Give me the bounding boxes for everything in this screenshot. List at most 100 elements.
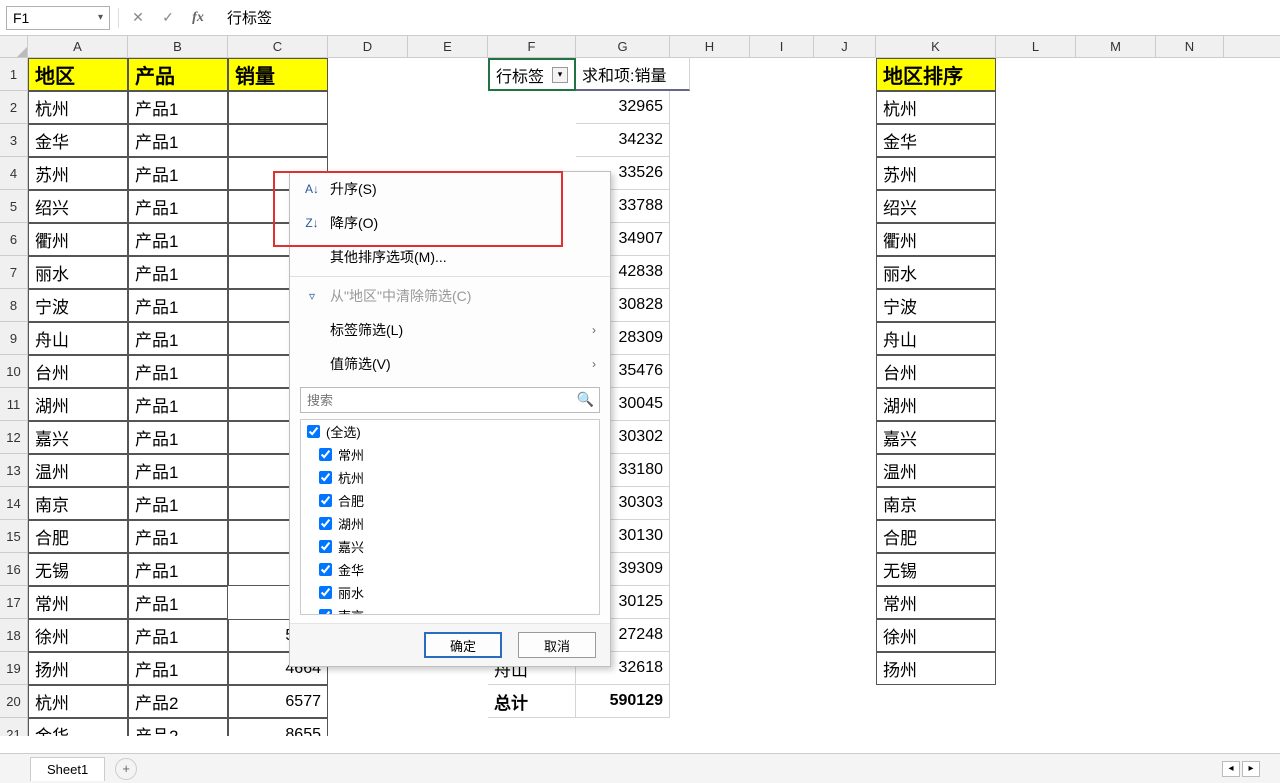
row-header-5[interactable]: 5 bbox=[0, 190, 28, 223]
cell-K19[interactable]: 扬州 bbox=[876, 652, 996, 685]
col-header-D[interactable]: D bbox=[328, 36, 408, 57]
filter-search-input[interactable] bbox=[300, 387, 600, 413]
cell-B7[interactable]: 产品1 bbox=[128, 256, 228, 289]
cell-K18[interactable]: 徐州 bbox=[876, 619, 996, 652]
cell-K15[interactable]: 合肥 bbox=[876, 520, 996, 553]
cell-A21[interactable]: 金华 bbox=[28, 718, 128, 736]
filter-check-item[interactable]: 金华 bbox=[301, 558, 599, 581]
row-header-21[interactable]: 21 bbox=[0, 718, 28, 736]
row-header-3[interactable]: 3 bbox=[0, 124, 28, 157]
col-header-J[interactable]: J bbox=[814, 36, 876, 57]
cell-K8[interactable]: 宁波 bbox=[876, 289, 996, 322]
filter-dropdown-button[interactable]: ▾ bbox=[552, 67, 568, 83]
cell-A1[interactable]: 地区 bbox=[28, 58, 128, 91]
cell-K6[interactable]: 衢州 bbox=[876, 223, 996, 256]
filter-checkbox[interactable] bbox=[319, 471, 332, 484]
cell-A5[interactable]: 绍兴 bbox=[28, 190, 128, 223]
col-header-I[interactable]: I bbox=[750, 36, 814, 57]
cell-B1[interactable]: 产品 bbox=[128, 58, 228, 91]
accept-formula-icon[interactable]: ✓ bbox=[157, 7, 179, 29]
row-header-19[interactable]: 19 bbox=[0, 652, 28, 685]
filter-check-item[interactable]: 南京 bbox=[301, 604, 599, 615]
cell-A12[interactable]: 嘉兴 bbox=[28, 421, 128, 454]
filter-checkbox[interactable] bbox=[319, 586, 332, 599]
cell-C2[interactable] bbox=[228, 91, 328, 124]
cell-F1[interactable]: 行标签▾ bbox=[488, 58, 576, 91]
filter-check-item[interactable]: 常州 bbox=[301, 443, 599, 466]
cell-B8[interactable]: 产品1 bbox=[128, 289, 228, 322]
row-header-11[interactable]: 11 bbox=[0, 388, 28, 421]
row-header-6[interactable]: 6 bbox=[0, 223, 28, 256]
cell-A6[interactable]: 衢州 bbox=[28, 223, 128, 256]
row-header-14[interactable]: 14 bbox=[0, 487, 28, 520]
cell-G20[interactable]: 590129 bbox=[576, 685, 670, 718]
filter-check-item[interactable]: 嘉兴 bbox=[301, 535, 599, 558]
cell-F20[interactable]: 总计 bbox=[488, 685, 576, 718]
name-box[interactable]: F1▾ bbox=[6, 6, 110, 30]
cell-C1[interactable]: 销量 bbox=[228, 58, 328, 91]
filter-checklist[interactable]: (全选) 常州 杭州 合肥 湖州 嘉兴 金华 丽水 南京 bbox=[300, 419, 600, 615]
filter-checkbox[interactable] bbox=[307, 425, 320, 438]
cell-A13[interactable]: 温州 bbox=[28, 454, 128, 487]
cell-B12[interactable]: 产品1 bbox=[128, 421, 228, 454]
cell-B9[interactable]: 产品1 bbox=[128, 322, 228, 355]
row-header-12[interactable]: 12 bbox=[0, 421, 28, 454]
col-header-M[interactable]: M bbox=[1076, 36, 1156, 57]
cell-B5[interactable]: 产品1 bbox=[128, 190, 228, 223]
cell-K17[interactable]: 常州 bbox=[876, 586, 996, 619]
row-header-4[interactable]: 4 bbox=[0, 157, 28, 190]
row-header-7[interactable]: 7 bbox=[0, 256, 28, 289]
cell-K5[interactable]: 绍兴 bbox=[876, 190, 996, 223]
spreadsheet-grid[interactable]: ABCDEFGHIJKLMN 1234567891011121314151617… bbox=[0, 36, 1280, 736]
cell-A14[interactable]: 南京 bbox=[28, 487, 128, 520]
fx-icon[interactable]: fx bbox=[187, 7, 209, 29]
cell-A20[interactable]: 杭州 bbox=[28, 685, 128, 718]
filter-check-item[interactable]: 湖州 bbox=[301, 512, 599, 535]
col-header-K[interactable]: K bbox=[876, 36, 996, 57]
scroll-right-button[interactable]: ▸ bbox=[1242, 761, 1260, 777]
col-header-A[interactable]: A bbox=[28, 36, 128, 57]
filter-search-box[interactable]: 🔍 bbox=[300, 387, 600, 413]
filter-check-item[interactable]: 丽水 bbox=[301, 581, 599, 604]
cell-K1[interactable]: 地区排序 bbox=[876, 58, 996, 91]
cell-K3[interactable]: 金华 bbox=[876, 124, 996, 157]
row-header-16[interactable]: 16 bbox=[0, 553, 28, 586]
cell-K13[interactable]: 温州 bbox=[876, 454, 996, 487]
formula-input[interactable] bbox=[217, 6, 1274, 30]
sort-descending-item[interactable]: Z↓ 降序(O) bbox=[290, 206, 610, 240]
cell-A11[interactable]: 湖州 bbox=[28, 388, 128, 421]
value-filter-item[interactable]: 值筛选(V)› bbox=[290, 347, 610, 381]
label-filter-item[interactable]: 标签筛选(L)› bbox=[290, 313, 610, 347]
more-sort-options-item[interactable]: 其他排序选项(M)... bbox=[290, 240, 610, 274]
col-header-G[interactable]: G bbox=[576, 36, 670, 57]
cell-A9[interactable]: 舟山 bbox=[28, 322, 128, 355]
cell-A16[interactable]: 无锡 bbox=[28, 553, 128, 586]
filter-checkbox[interactable] bbox=[319, 517, 332, 530]
col-header-C[interactable]: C bbox=[228, 36, 328, 57]
row-header-20[interactable]: 20 bbox=[0, 685, 28, 718]
cell-B10[interactable]: 产品1 bbox=[128, 355, 228, 388]
cell-K11[interactable]: 湖州 bbox=[876, 388, 996, 421]
filter-check-item[interactable]: 杭州 bbox=[301, 466, 599, 489]
cell-B20[interactable]: 产品2 bbox=[128, 685, 228, 718]
row-header-13[interactable]: 13 bbox=[0, 454, 28, 487]
cell-B2[interactable]: 产品1 bbox=[128, 91, 228, 124]
cell-A18[interactable]: 徐州 bbox=[28, 619, 128, 652]
sort-ascending-item[interactable]: A↓ 升序(S) bbox=[290, 172, 610, 206]
cancel-button[interactable]: 取消 bbox=[518, 632, 596, 658]
cell-B14[interactable]: 产品1 bbox=[128, 487, 228, 520]
cell-K9[interactable]: 舟山 bbox=[876, 322, 996, 355]
cell-G2[interactable]: 32965 bbox=[576, 91, 670, 124]
cell-A17[interactable]: 常州 bbox=[28, 586, 128, 619]
col-header-N[interactable]: N bbox=[1156, 36, 1224, 57]
row-header-1[interactable]: 1 bbox=[0, 58, 28, 91]
row-header-10[interactable]: 10 bbox=[0, 355, 28, 388]
ok-button[interactable]: 确定 bbox=[424, 632, 502, 658]
cell-B21[interactable]: 产品2 bbox=[128, 718, 228, 736]
col-header-H[interactable]: H bbox=[670, 36, 750, 57]
cell-K7[interactable]: 丽水 bbox=[876, 256, 996, 289]
cell-A15[interactable]: 合肥 bbox=[28, 520, 128, 553]
filter-checkbox[interactable] bbox=[319, 540, 332, 553]
cell-B17[interactable]: 产品1 bbox=[128, 586, 228, 619]
cell-A4[interactable]: 苏州 bbox=[28, 157, 128, 190]
